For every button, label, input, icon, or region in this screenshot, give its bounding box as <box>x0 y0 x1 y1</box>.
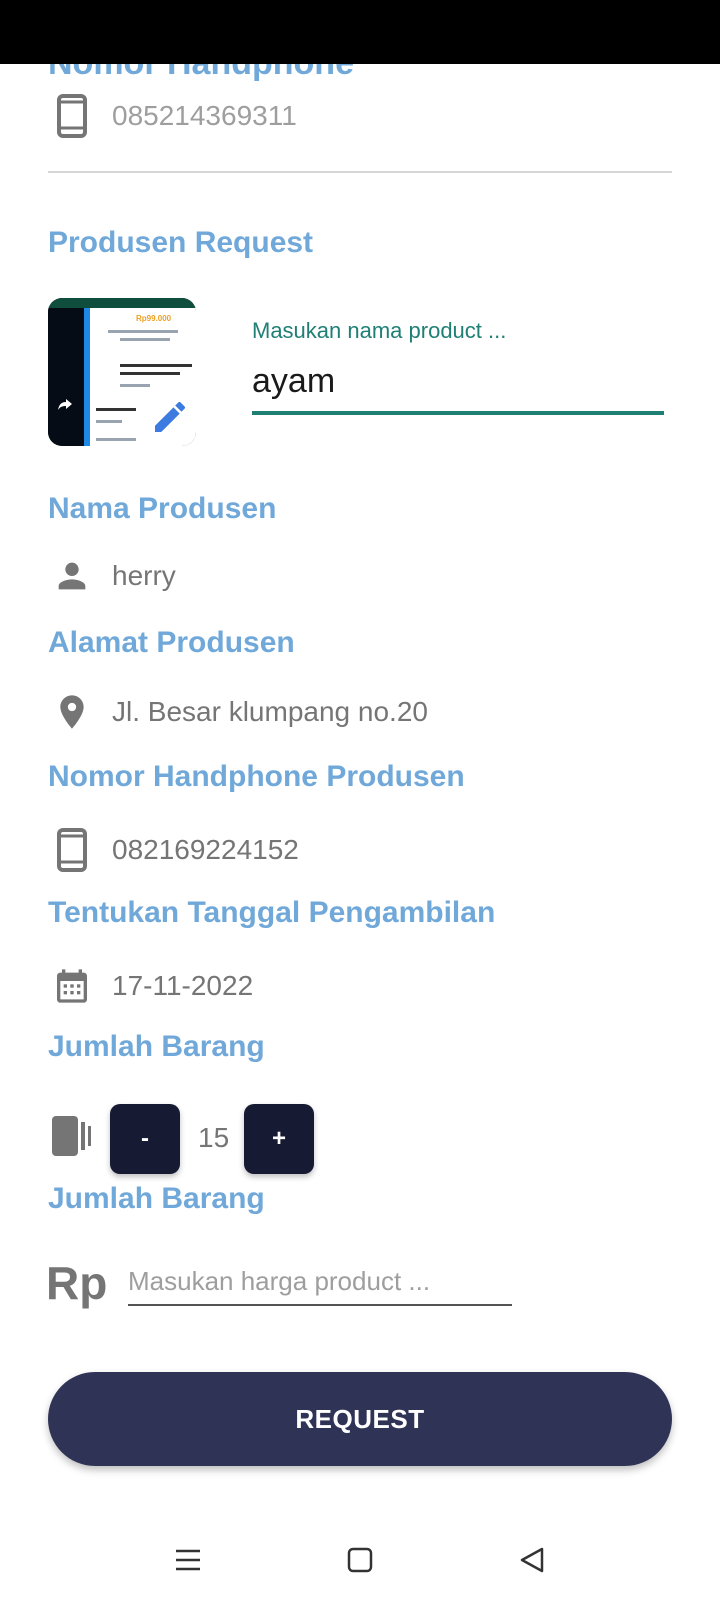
pickup-date-title: Tentukan Tanggal Pengambilan <box>48 896 496 929</box>
phone-value: 085214369311 <box>112 100 297 131</box>
producer-address-title: Alamat Produsen <box>48 626 295 659</box>
request-button[interactable]: REQUEST <box>48 1372 672 1466</box>
producer-name-value: herry <box>112 560 176 591</box>
currency-label: Rp <box>46 1257 108 1309</box>
thumbnail-line <box>96 408 136 411</box>
product-name-underline <box>252 411 664 415</box>
divider <box>48 171 672 173</box>
product-name-input[interactable]: ayam <box>252 362 335 401</box>
producer-address-row: Jl. Besar klumpang no.20 <box>48 688 428 736</box>
product-name-label: Masukan nama product ... <box>252 318 507 343</box>
thumbnail-line <box>120 384 150 387</box>
thumbnail-line <box>120 338 170 341</box>
calendar-icon <box>48 962 96 1010</box>
producer-phone-value: 082169224152 <box>112 834 299 865</box>
thumbnail-line <box>108 330 178 333</box>
thumbnail-banner <box>48 298 196 308</box>
producer-name-title: Nama Produsen <box>48 492 277 525</box>
share-icon <box>58 398 72 416</box>
request-section-title: Produsen Request <box>48 226 314 259</box>
thumbnail-price: Rp99.000 <box>136 314 172 323</box>
pickup-date-value: 17-11-2022 <box>112 970 254 1001</box>
quantity-value: 15 <box>198 1122 230 1153</box>
smartphone-icon <box>48 92 96 140</box>
back-triangle-icon[interactable] <box>512 1540 552 1580</box>
producer-address-value: Jl. Besar klumpang no.20 <box>112 696 428 727</box>
price-input-underline <box>128 1304 512 1306</box>
smartphone-icon <box>48 826 96 874</box>
quantity-increment-button[interactable]: + <box>244 1104 314 1174</box>
price-input[interactable]: Masukan harga product ... <box>128 1266 430 1297</box>
producer-phone-title: Nomor Handphone Produsen <box>48 760 465 793</box>
thumbnail-line <box>120 372 180 375</box>
thumbnail-line <box>120 364 192 367</box>
thumbnail-line <box>96 438 136 441</box>
person-icon <box>48 552 96 600</box>
phone-row: 085214369311 <box>48 92 297 140</box>
pickup-date-row[interactable]: 17-11-2022 <box>48 962 253 1010</box>
quantity-title: Jumlah Barang <box>48 1030 265 1063</box>
home-square-icon[interactable] <box>340 1540 380 1580</box>
producer-phone-row: 082169224152 <box>48 826 299 874</box>
thumbnail-dark-area <box>48 308 84 446</box>
location-pin-icon <box>48 688 96 736</box>
menu-icon[interactable] <box>168 1540 208 1580</box>
status-bar <box>0 0 720 64</box>
thumbnail-line <box>96 420 122 423</box>
navigation-bar <box>0 1520 720 1600</box>
edit-pencil-icon <box>150 397 190 442</box>
box-icon <box>50 1114 94 1163</box>
price-title: Jumlah Barang <box>48 1182 265 1215</box>
producer-name-row: herry <box>48 552 176 600</box>
quantity-decrement-button[interactable]: - <box>110 1104 180 1174</box>
product-image-button[interactable]: Rp99.000 <box>48 298 196 446</box>
